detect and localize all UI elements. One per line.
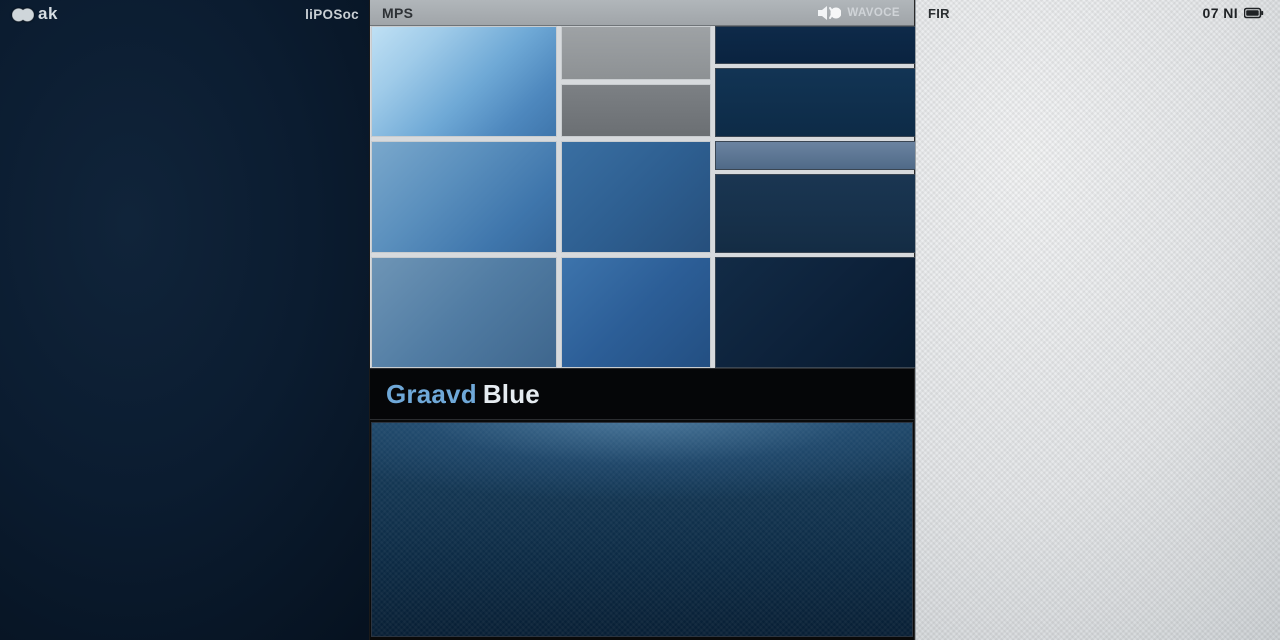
- left-header-label: liPOSoc: [305, 7, 359, 22]
- swatch-r1-c3-top[interactable]: [715, 26, 921, 64]
- swatch-r2-c2[interactable]: [561, 141, 711, 252]
- swatch-r1-c3-bottom[interactable]: [715, 68, 921, 137]
- swatch-r2-c3: [715, 141, 921, 252]
- center-panel: MPS WAVOCE: [370, 0, 915, 640]
- right-header-left-label: FIR: [928, 6, 950, 21]
- brand: ak: [12, 4, 58, 24]
- selected-color-name: GraavdBlue: [386, 379, 540, 410]
- swatch-grid: [370, 26, 914, 368]
- brand-logo-icon: [12, 5, 34, 23]
- app-root: ak liPOSoc MPS WAVOCE: [0, 0, 1280, 640]
- selected-color-bar: GraavdBlue: [370, 368, 914, 420]
- right-header: FIR 07 NI: [916, 0, 1280, 26]
- swatch-r1-c1[interactable]: [371, 26, 557, 137]
- speaker-icon: [817, 5, 841, 21]
- swatch-r2-c3-bottom[interactable]: [715, 174, 921, 252]
- left-panel: ak liPOSoc: [0, 0, 370, 640]
- selected-color-word1: Graavd: [386, 379, 477, 409]
- swatch-r1-c2-top[interactable]: [561, 26, 711, 80]
- swatch-r3-c3[interactable]: [715, 257, 921, 368]
- swatch-r1-c3: [715, 26, 921, 137]
- swatch-r1-c2: [561, 26, 711, 137]
- swatch-r1-c2-bottom[interactable]: [561, 84, 711, 138]
- swatch-r3-c2[interactable]: [561, 257, 711, 368]
- center-header-right-label: WAVOCE: [847, 7, 900, 19]
- swatch-r2-c1[interactable]: [371, 141, 557, 252]
- selected-color-word2: Blue: [483, 379, 540, 409]
- center-header-left-label: MPS: [382, 5, 413, 21]
- swatch-r2-c3-top[interactable]: [715, 141, 921, 170]
- swatch-r3-c1[interactable]: [371, 257, 557, 368]
- selected-color-preview[interactable]: [371, 422, 913, 637]
- right-panel: FIR 07 NI: [915, 0, 1280, 640]
- brand-text: ak: [38, 4, 58, 24]
- left-header: ak liPOSoc: [0, 0, 369, 26]
- center-header: MPS WAVOCE: [370, 0, 914, 26]
- battery-icon: [1244, 7, 1264, 19]
- swatch-grid-area: [370, 26, 914, 368]
- right-header-right-label: 07 NI: [1203, 5, 1238, 21]
